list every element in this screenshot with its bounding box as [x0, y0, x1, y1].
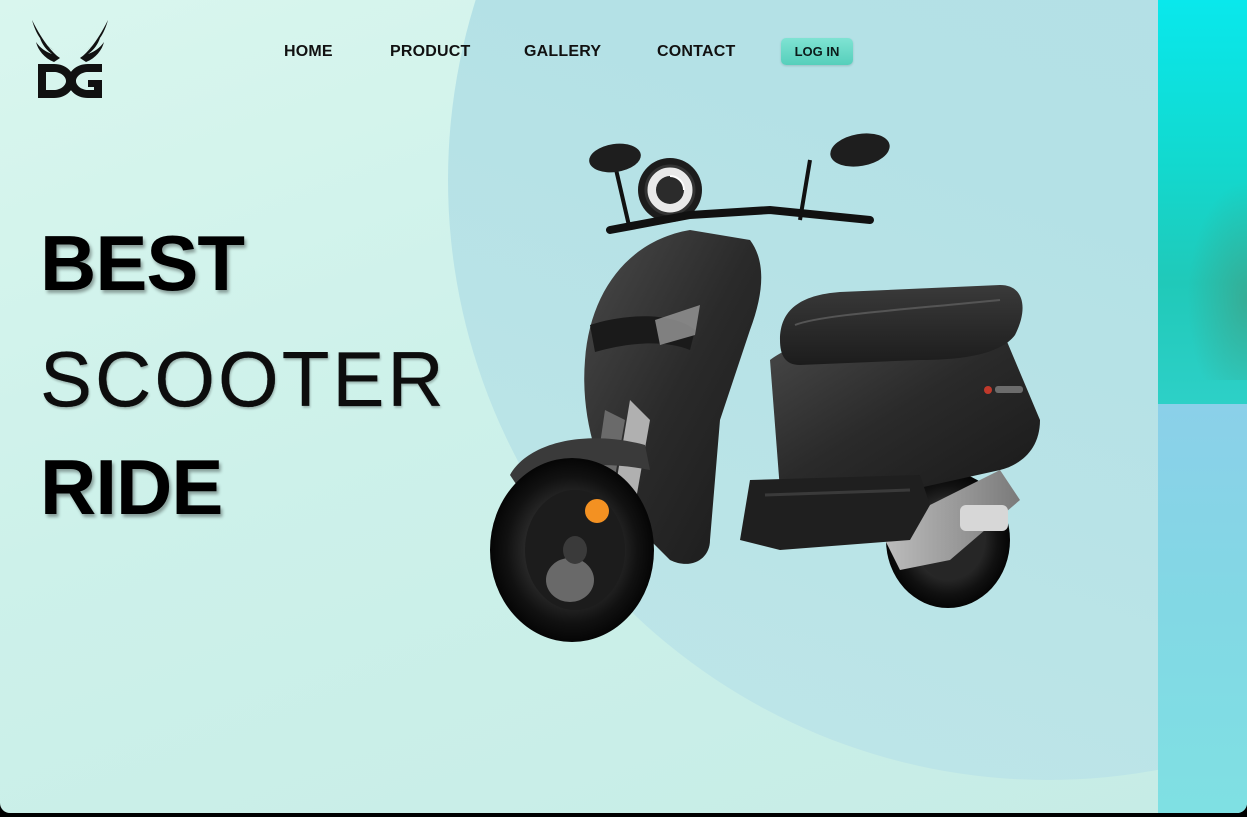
landing-page: HOME PRODUCT GALLERY CONTACT LOG IN BEST… — [0, 0, 1247, 813]
front-wheel — [490, 458, 654, 642]
login-button[interactable]: LOG IN — [781, 38, 853, 65]
electric-scooter-image — [490, 133, 1040, 642]
nav-contact[interactable]: CONTACT — [657, 43, 735, 61]
side-panel-top — [1158, 0, 1247, 404]
side-panel-bottom — [1158, 404, 1247, 813]
hero-title-ride: RIDE — [40, 443, 223, 531]
nav-product[interactable]: PRODUCT — [390, 43, 471, 61]
nav-gallery[interactable]: GALLERY — [524, 43, 601, 61]
hero-title-best: BEST — [40, 219, 245, 307]
hero-title-scooter: SCOOTER — [40, 335, 447, 423]
winged-dg-logo-icon[interactable] — [30, 18, 110, 100]
nav-home[interactable]: HOME — [284, 43, 333, 61]
